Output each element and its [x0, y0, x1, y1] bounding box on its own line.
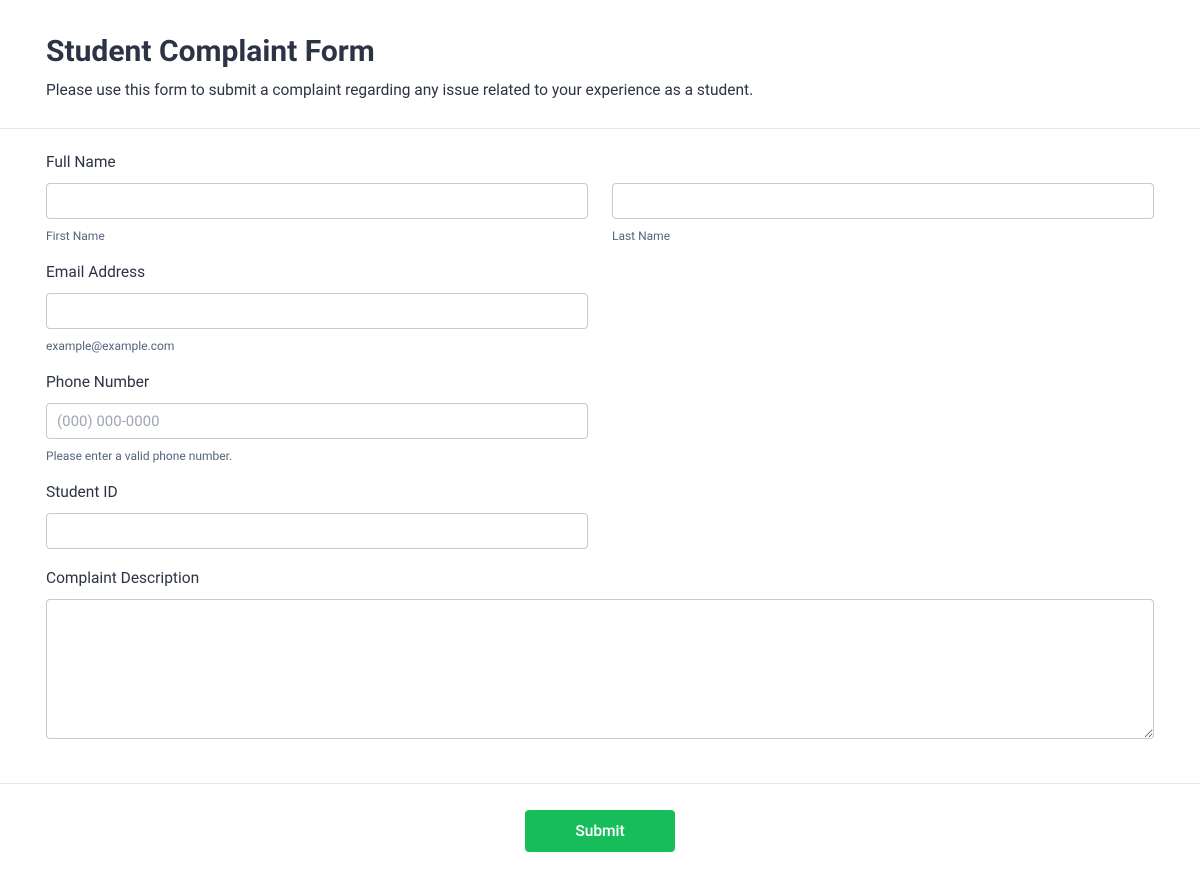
last-name-input[interactable] [612, 183, 1154, 219]
form-body: Full Name First Name Last Name Email Add… [0, 129, 1200, 783]
complaint-textarea[interactable] [46, 599, 1154, 739]
form-footer: Submit [0, 783, 1200, 892]
student-id-input[interactable] [46, 513, 588, 549]
field-complaint: Complaint Description [46, 569, 1154, 743]
phone-sublabel: Please enter a valid phone number. [46, 449, 588, 463]
form-subtitle: Please use this form to submit a complai… [46, 79, 1154, 102]
email-input[interactable] [46, 293, 588, 329]
field-phone: Phone Number Please enter a valid phone … [46, 373, 1154, 463]
submit-button[interactable]: Submit [525, 810, 674, 852]
first-name-input[interactable] [46, 183, 588, 219]
field-email: Email Address example@example.com [46, 263, 1154, 353]
student-id-label: Student ID [46, 483, 1154, 501]
phone-label: Phone Number [46, 373, 1154, 391]
complaint-label: Complaint Description [46, 569, 1154, 587]
field-full-name: Full Name First Name Last Name [46, 153, 1154, 243]
first-name-sublabel: First Name [46, 229, 588, 243]
form-title: Student Complaint Form [46, 34, 1154, 69]
phone-input[interactable] [46, 403, 588, 439]
email-label: Email Address [46, 263, 1154, 281]
full-name-label: Full Name [46, 153, 1154, 171]
form-header: Student Complaint Form Please use this f… [0, 0, 1200, 129]
email-sublabel: example@example.com [46, 339, 588, 353]
last-name-sublabel: Last Name [612, 229, 1154, 243]
field-student-id: Student ID [46, 483, 1154, 549]
